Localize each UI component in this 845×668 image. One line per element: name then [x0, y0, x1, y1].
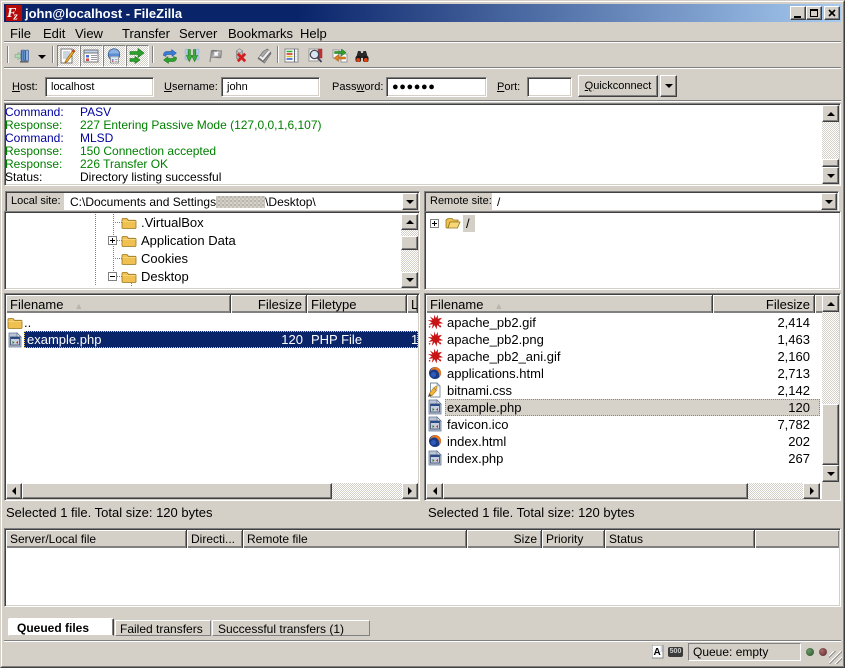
svg-text:z: z: [13, 11, 19, 22]
svg-text:A: A: [654, 647, 661, 658]
